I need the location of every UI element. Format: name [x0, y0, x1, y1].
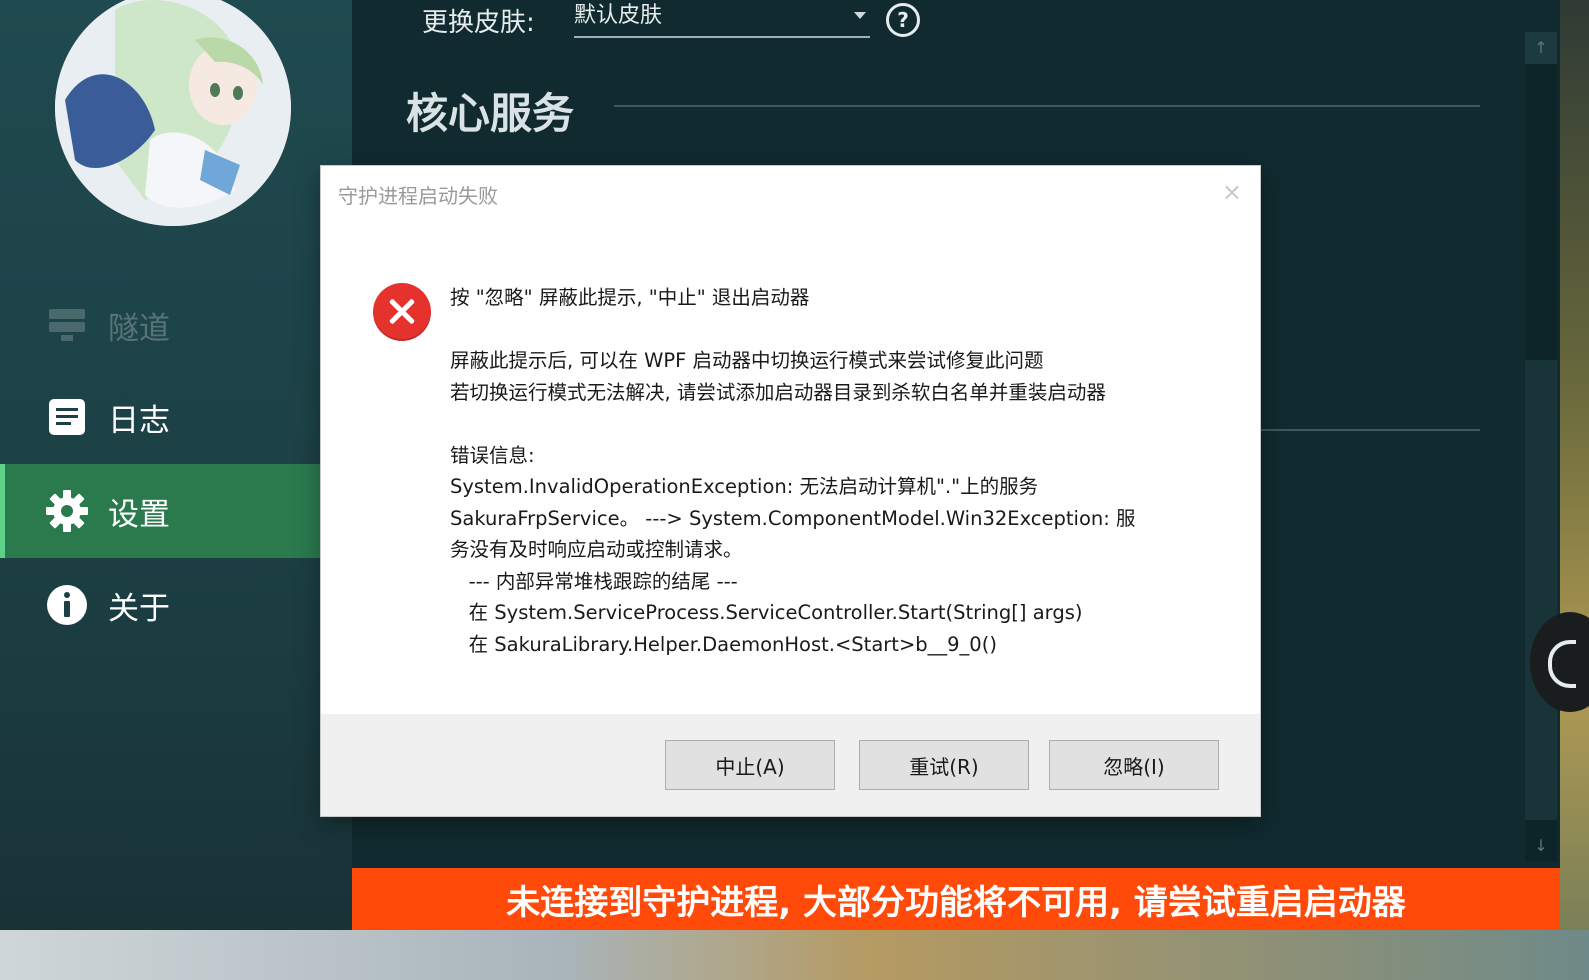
desktop-background — [1560, 0, 1589, 980]
error-icon — [373, 283, 431, 341]
scroll-down-arrow-icon[interactable]: ↓ — [1525, 830, 1557, 862]
message-line: 在 SakuraLibrary.Helper.DaemonHost.<Start… — [450, 632, 997, 656]
info-icon — [44, 582, 90, 628]
document-icon — [44, 394, 90, 440]
sidebar-item-label: 关于 — [108, 590, 170, 627]
avatar[interactable] — [55, 0, 291, 226]
section-title: 核心服务 — [406, 89, 575, 138]
dialog-message: 按 "忽略" 屏蔽此提示, "中止" 退出启动器 屏蔽此提示后, 可以在 WPF… — [450, 282, 1230, 660]
message-line: 在 System.ServiceProcess.ServiceControlle… — [450, 601, 1083, 624]
scrollbar-thumb[interactable] — [1525, 360, 1557, 820]
retry-button[interactable]: 重试(R) — [859, 740, 1029, 790]
sidebar-item-label: 设置 — [108, 496, 170, 533]
message-line: 屏蔽此提示后, 可以在 WPF 启动器中切换运行模式来尝试修复此问题 — [450, 349, 1044, 372]
skin-row: 更换皮肤: 默认皮肤 ? — [422, 0, 920, 40]
sidebar-item-logs[interactable]: 日志 — [0, 370, 322, 464]
message-line: 若切换运行模式无法解决, 请尝试添加启动器目录到杀软白名单并重装启动器 — [450, 380, 1106, 404]
sidebar-item-tunnel[interactable]: 隧道 — [0, 278, 322, 372]
skin-select[interactable]: 默认皮肤 — [574, 0, 870, 38]
error-dialog: 守护进程启动失败 × 按 "忽略" 屏蔽此提示, "中止" 退出启动器 屏蔽此提… — [321, 166, 1260, 816]
sidebar-item-label: 日志 — [108, 402, 170, 439]
desktop-background — [0, 930, 1589, 980]
section-divider — [1260, 429, 1480, 431]
message-line: System.InvalidOperationException: 无法启动计算… — [450, 475, 1039, 498]
abort-button[interactable]: 中止(A) — [665, 740, 835, 790]
close-icon[interactable]: × — [1222, 178, 1242, 206]
message-line: 务没有及时响应启动或控制请求。 — [450, 538, 743, 561]
warning-bar: 未连接到守护进程, 大部分功能将不可用, 请尝试重启启动器 — [352, 868, 1560, 930]
skin-label: 更换皮肤: — [422, 7, 535, 38]
sidebar: 隧道 日志 设置 关于 — [0, 0, 352, 940]
section-divider — [614, 105, 1480, 107]
message-line: --- 内部异常堆栈跟踪的结尾 --- — [450, 569, 738, 593]
chevron-down-icon — [854, 12, 866, 19]
app-window: 隧道 日志 设置 关于 更换皮肤: 默认皮肤 ? 核心服务 ↑ ↓ 未连接到守护… — [0, 0, 1589, 980]
sidebar-item-label: 隧道 — [108, 310, 170, 347]
help-icon[interactable]: ? — [886, 3, 920, 37]
warning-text: 未连接到守护进程, 大部分功能将不可用, 请尝试重启启动器 — [506, 882, 1406, 923]
server-icon — [44, 302, 90, 348]
dialog-title: 守护进程启动失败 — [338, 184, 498, 208]
message-line: SakuraFrpService。 ---> System.ComponentM… — [450, 506, 1136, 530]
sidebar-item-settings[interactable]: 设置 — [0, 464, 322, 558]
ignore-button[interactable]: 忽略(I) — [1049, 740, 1219, 790]
message-line: 按 "忽略" 屏蔽此提示, "中止" 退出启动器 — [450, 286, 810, 309]
skin-select-value: 默认皮肤 — [574, 3, 663, 28]
scroll-up-arrow-icon[interactable]: ↑ — [1525, 32, 1557, 64]
message-gap — [450, 314, 1230, 346]
sidebar-item-about[interactable]: 关于 — [0, 558, 322, 652]
message-gap — [450, 408, 1230, 440]
message-line: 错误信息: — [450, 443, 535, 467]
gear-icon — [44, 488, 90, 534]
